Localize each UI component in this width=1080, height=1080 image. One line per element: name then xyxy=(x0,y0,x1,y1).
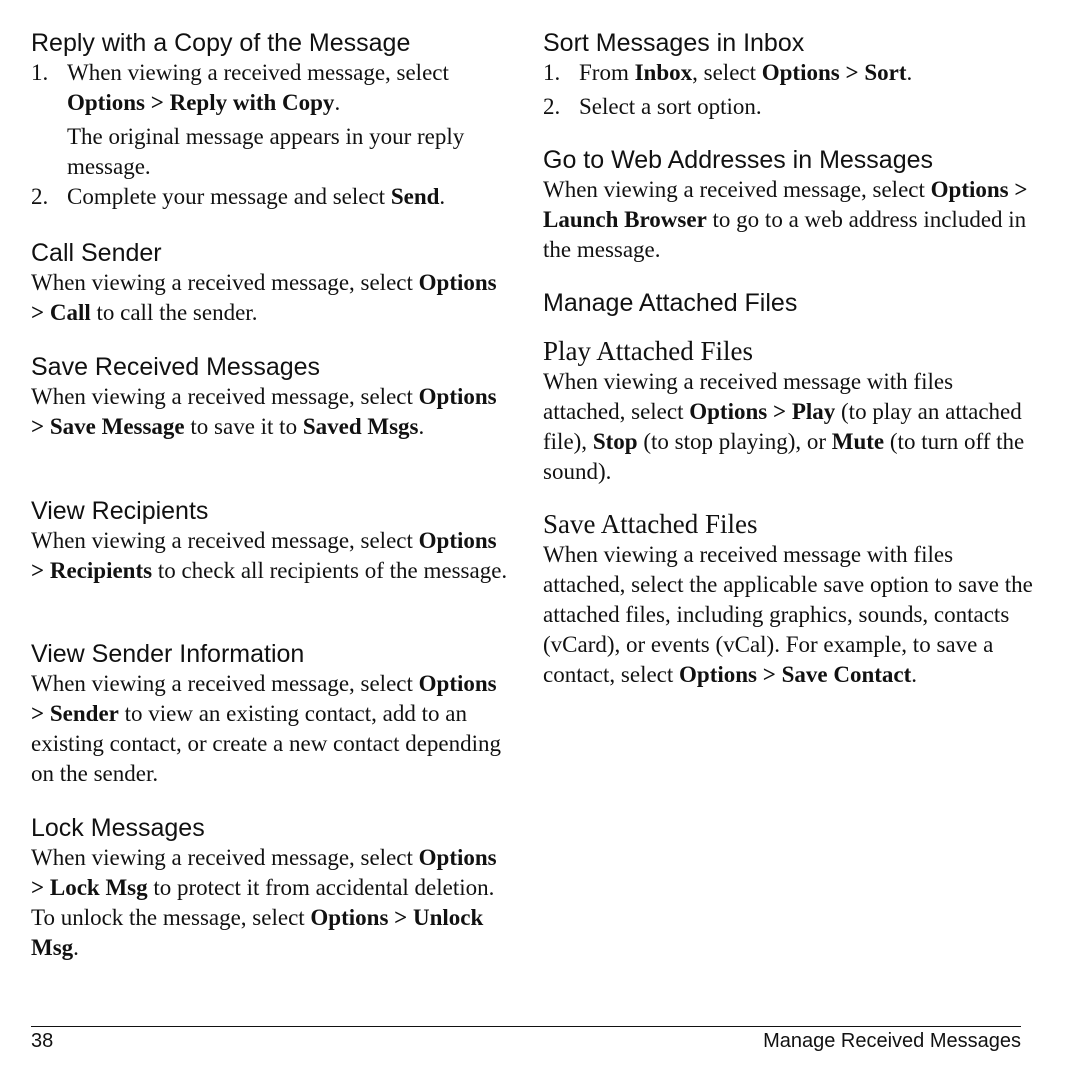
footer-section-title: Manage Received Messages xyxy=(763,1030,1021,1052)
menu-path: Options > Sort xyxy=(761,60,907,85)
section-body: When viewing a received message with fil… xyxy=(543,542,1033,687)
footer-divider xyxy=(31,1026,1021,1027)
step-2: 2. Select a sort option. xyxy=(543,92,1033,122)
section-save-attached-files: Save Attached Files When viewing a recei… xyxy=(543,508,1033,690)
section-lock-messages: Lock Messages When viewing a received me… xyxy=(31,813,511,963)
section-manage-attached-files: Manage Attached Files xyxy=(543,288,1033,318)
section-heading: Save Received Messages xyxy=(31,353,321,381)
page-number: 38 xyxy=(31,1030,54,1052)
section-body: When viewing a received message, select … xyxy=(31,528,508,583)
step-number: 2. xyxy=(31,184,49,209)
option-stop: Stop xyxy=(592,429,638,454)
option-mute: Mute xyxy=(831,429,885,454)
section-heading: Call Sender xyxy=(31,239,162,267)
section-call-sender: Call Sender When viewing a received mess… xyxy=(31,238,511,328)
section-play-attached-files: Play Attached Files When viewing a recei… xyxy=(543,335,1033,487)
section-view-sender-information: View Sender Information When viewing a r… xyxy=(31,639,511,789)
section-body: When viewing a received message, select … xyxy=(543,177,1028,262)
step-1: 1. When viewing a received message, sele… xyxy=(31,60,449,115)
section-save-received-messages: Save Received Messages When viewing a re… xyxy=(31,352,511,442)
step-note: The original message appears in your rep… xyxy=(67,124,465,179)
section-heading: View Recipients xyxy=(31,497,209,525)
section-sort-messages: Sort Messages in Inbox 1. From Inbox, se… xyxy=(543,28,1033,122)
section-body: When viewing a received message, select … xyxy=(31,845,497,960)
section-body: When viewing a received message, select … xyxy=(31,270,497,325)
section-heading: View Sender Information xyxy=(31,640,305,668)
menu-path: Options > Play xyxy=(689,399,836,424)
subsection-heading: Save Attached Files xyxy=(543,509,758,539)
subsection-heading: Play Attached Files xyxy=(543,336,753,366)
folder-name: Saved Msgs xyxy=(302,414,419,439)
step-number: 1. xyxy=(31,60,49,85)
step-1: 1. From Inbox, select Options > Sort. xyxy=(543,58,1033,88)
step-2: 2. Complete your message and select Send… xyxy=(31,182,511,212)
section-body: When viewing a received message, select … xyxy=(31,384,497,439)
menu-path: Options > Save Contact xyxy=(679,662,912,687)
section-body: When viewing a received message with fil… xyxy=(543,369,1025,484)
section-reply-with-copy: Reply with a Copy of the Message 1. When… xyxy=(31,28,511,212)
section-heading: Lock Messages xyxy=(31,814,205,842)
menu-path: Options > Reply with Copy xyxy=(67,90,335,115)
section-heading: Sort Messages in Inbox xyxy=(543,29,805,57)
step-number: 1. xyxy=(543,60,561,85)
section-view-recipients: View Recipients When viewing a received … xyxy=(31,496,511,586)
folder-name: Inbox xyxy=(634,60,693,85)
step-number: 2. xyxy=(543,94,561,119)
section-heading: Go to Web Addresses in Messages xyxy=(543,146,934,174)
menu-path: Send xyxy=(390,184,440,209)
section-web-addresses: Go to Web Addresses in Messages When vie… xyxy=(543,145,1033,265)
section-heading: Reply with a Copy of the Message xyxy=(31,29,411,57)
section-body: When viewing a received message, select … xyxy=(31,671,502,786)
section-heading: Manage Attached Files xyxy=(543,289,798,317)
